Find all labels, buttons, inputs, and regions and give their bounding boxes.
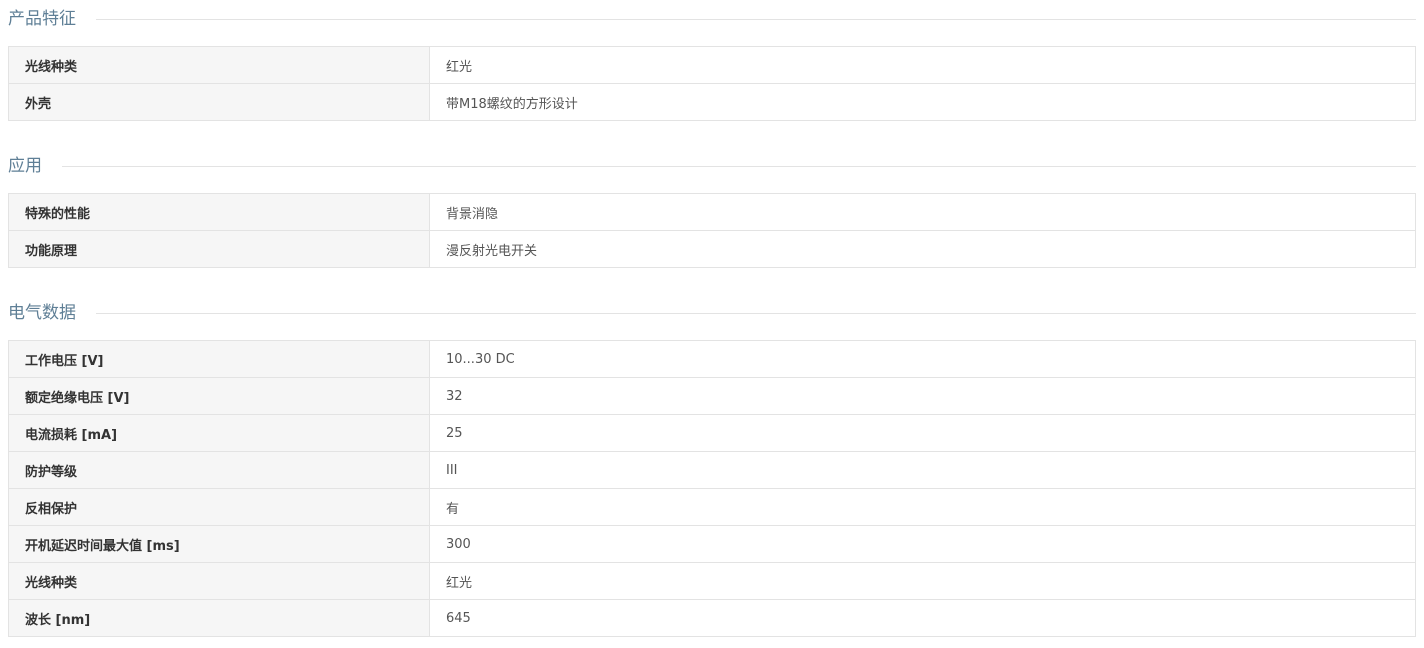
section-title: 电气数据 xyxy=(8,302,76,323)
spec-value: 红光 xyxy=(446,575,473,591)
table-row: 光线种类 红光 xyxy=(8,562,1416,600)
spec-label: 特殊的性能 xyxy=(8,193,430,231)
spec-label: 波长 [nm] xyxy=(8,599,430,637)
table-row: 反相保护 有 xyxy=(8,488,1416,526)
section-header: 电气数据 xyxy=(8,294,1416,332)
spec-label: 电流损耗 [mA] xyxy=(8,414,430,452)
table-row: 功能原理 漫反射光电开关 xyxy=(8,230,1416,268)
table-row: 工作电压 [V] 10...30 DC xyxy=(8,340,1416,378)
spec-value: 红光 xyxy=(446,59,473,75)
section-header: 应用 xyxy=(8,147,1416,185)
spec-table: 工作电压 [V] 10...30 DC 额定绝缘电压 [V] 32 电流损耗 [… xyxy=(8,340,1416,637)
table-row: 开机延迟时间最大值 [ms] 300 xyxy=(8,525,1416,563)
spec-value: 25 xyxy=(446,425,463,441)
spec-value: 有 xyxy=(446,501,460,517)
spec-label: 外壳 xyxy=(8,83,430,121)
spec-label: 反相保护 xyxy=(8,488,430,526)
section-electrical-data: 电气数据 工作电压 [V] 10...30 DC 额定绝缘电压 [V] 32 电… xyxy=(8,294,1416,637)
table-row: 光线种类 红光 xyxy=(8,46,1416,84)
section-title: 应用 xyxy=(8,155,42,176)
section-divider xyxy=(96,18,1416,20)
spec-table: 特殊的性能 背景消隐 功能原理 漫反射光电开关 xyxy=(8,193,1416,268)
section-header: 产品特征 xyxy=(8,0,1416,38)
spec-label: 光线种类 xyxy=(8,46,430,84)
section-product-features: 产品特征 光线种类 红光 外壳 带M18螺纹的方形设计 xyxy=(8,0,1416,147)
spec-value: 10...30 DC xyxy=(446,351,515,367)
section-divider xyxy=(96,312,1416,314)
spec-table: 光线种类 红光 外壳 带M18螺纹的方形设计 xyxy=(8,46,1416,121)
section-divider xyxy=(62,165,1416,167)
spec-page: 产品特征 光线种类 红光 外壳 带M18螺纹的方形设计 应用 特殊的性能 背景消… xyxy=(0,0,1424,648)
spec-label: 工作电压 [V] xyxy=(8,340,430,378)
table-row: 防护等级 III xyxy=(8,451,1416,489)
table-row: 额定绝缘电压 [V] 32 xyxy=(8,377,1416,415)
spec-value: 300 xyxy=(446,536,471,552)
spec-label: 防护等级 xyxy=(8,451,430,489)
spec-value: 背景消隐 xyxy=(446,206,499,222)
section-application: 应用 特殊的性能 背景消隐 功能原理 漫反射光电开关 xyxy=(8,147,1416,294)
spec-label: 光线种类 xyxy=(8,562,430,600)
spec-value: 645 xyxy=(446,610,471,626)
table-row: 波长 [nm] 645 xyxy=(8,599,1416,637)
table-row: 外壳 带M18螺纹的方形设计 xyxy=(8,83,1416,121)
spec-value: 32 xyxy=(446,388,463,404)
spec-value: 漫反射光电开关 xyxy=(446,243,538,259)
spec-value: III xyxy=(446,462,458,478)
spec-label: 开机延迟时间最大值 [ms] xyxy=(8,525,430,563)
section-title: 产品特征 xyxy=(8,8,76,29)
table-row: 特殊的性能 背景消隐 xyxy=(8,193,1416,231)
spec-label: 额定绝缘电压 [V] xyxy=(8,377,430,415)
table-row: 电流损耗 [mA] 25 xyxy=(8,414,1416,452)
spec-value: 带M18螺纹的方形设计 xyxy=(446,96,578,112)
spec-label: 功能原理 xyxy=(8,230,430,268)
